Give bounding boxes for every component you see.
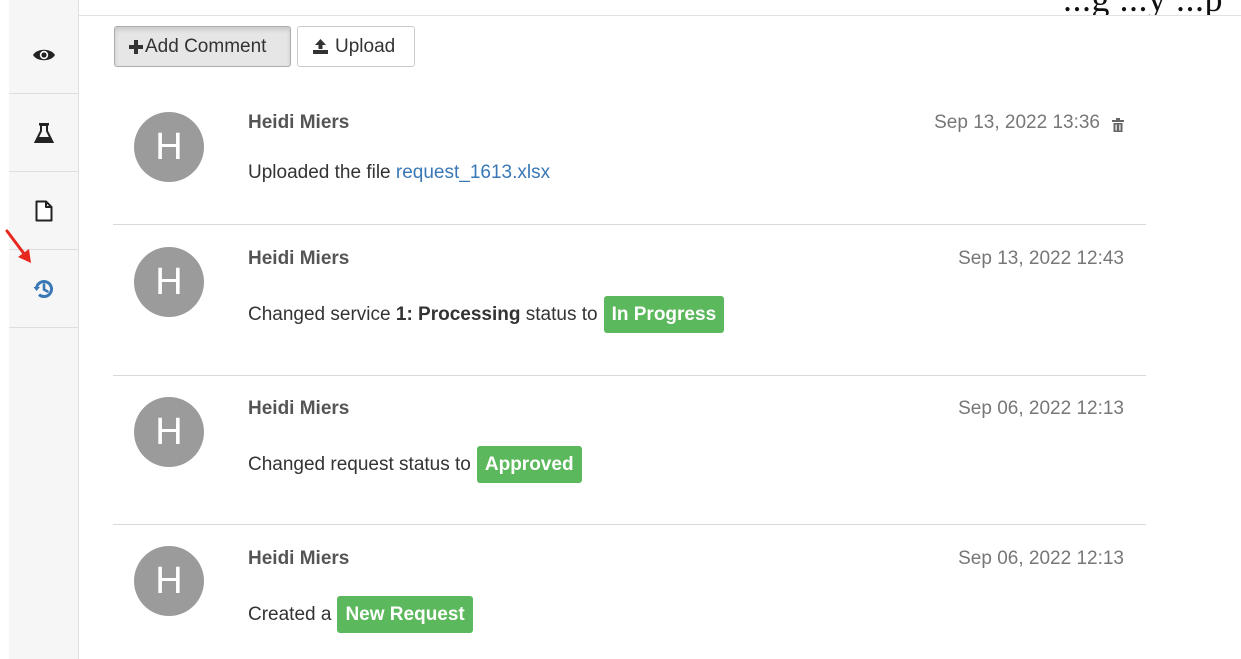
author-name: Heidi Miers [248, 112, 350, 133]
status-badge: Approved [476, 446, 582, 483]
upload-icon [313, 39, 328, 54]
timestamp: Sep 06, 2022 12:13 [958, 548, 1124, 569]
timestamp: Sep 06, 2022 12:13 [958, 398, 1124, 419]
add-comment-button[interactable]: Add Comment [114, 26, 291, 67]
author-name: Heidi Miers [248, 248, 350, 269]
flask-icon [33, 122, 54, 143]
entry-message: Changed service 1: Processing status to … [248, 296, 725, 333]
add-comment-label: Add Comment [145, 35, 267, 57]
top-border [78, 15, 1241, 16]
avatar: H [134, 112, 204, 182]
annotation-arrow-icon [5, 229, 31, 263]
timestamp: Sep 13, 2022 13:36 [934, 112, 1124, 134]
file-icon [35, 200, 52, 221]
feed-entry: H Heidi Miers Sep 06, 2022 12:13 Changed… [113, 375, 1146, 525]
status-badge: In Progress [603, 296, 725, 333]
message-prefix: Changed service [248, 303, 396, 325]
status-badge: New Request [337, 596, 473, 633]
top-banner: ...g ...y ...p [0, 0, 1241, 16]
feed-entry: H Heidi Miers Sep 13, 2022 13:36 Uploade… [113, 108, 1146, 225]
message-text: Changed service 1: Processing status to [248, 304, 598, 326]
entry-message: Created a New Request [248, 596, 473, 633]
tab-samples[interactable] [9, 94, 78, 172]
avatar: H [134, 397, 204, 467]
plus-icon [129, 39, 143, 54]
sidebar [9, 0, 79, 659]
avatar: H [134, 247, 204, 317]
service-name: 1: Processing [395, 303, 521, 325]
eye-icon [32, 49, 55, 60]
trash-icon[interactable] [1112, 117, 1124, 132]
message-text: Created a [248, 603, 332, 625]
author-name: Heidi Miers [248, 398, 350, 419]
upload-button[interactable]: Upload [297, 26, 415, 67]
file-link[interactable]: request_1613.xlsx [396, 162, 550, 184]
timestamp-text: Sep 13, 2022 13:36 [934, 112, 1100, 133]
entry-message: Uploaded the file request_1613.xlsx [248, 162, 550, 184]
feed-entry: H Heidi Miers Sep 13, 2022 12:43 Changed… [113, 225, 1146, 376]
timestamp: Sep 13, 2022 12:43 [958, 248, 1124, 269]
tab-view[interactable] [9, 16, 78, 94]
upload-label: Upload [335, 35, 396, 57]
feed-entry: H Heidi Miers Sep 06, 2022 12:13 Created… [113, 524, 1146, 659]
history-icon [33, 279, 53, 298]
author-name: Heidi Miers [248, 548, 350, 569]
banner-text: ...g ...y ...p [1063, 0, 1223, 16]
message-text: Changed request status to [248, 453, 471, 475]
message-text: Uploaded the file [248, 162, 396, 183]
avatar: H [134, 546, 204, 616]
entry-message: Changed request status to Approved [248, 446, 582, 483]
message-middle: status to [520, 303, 598, 325]
